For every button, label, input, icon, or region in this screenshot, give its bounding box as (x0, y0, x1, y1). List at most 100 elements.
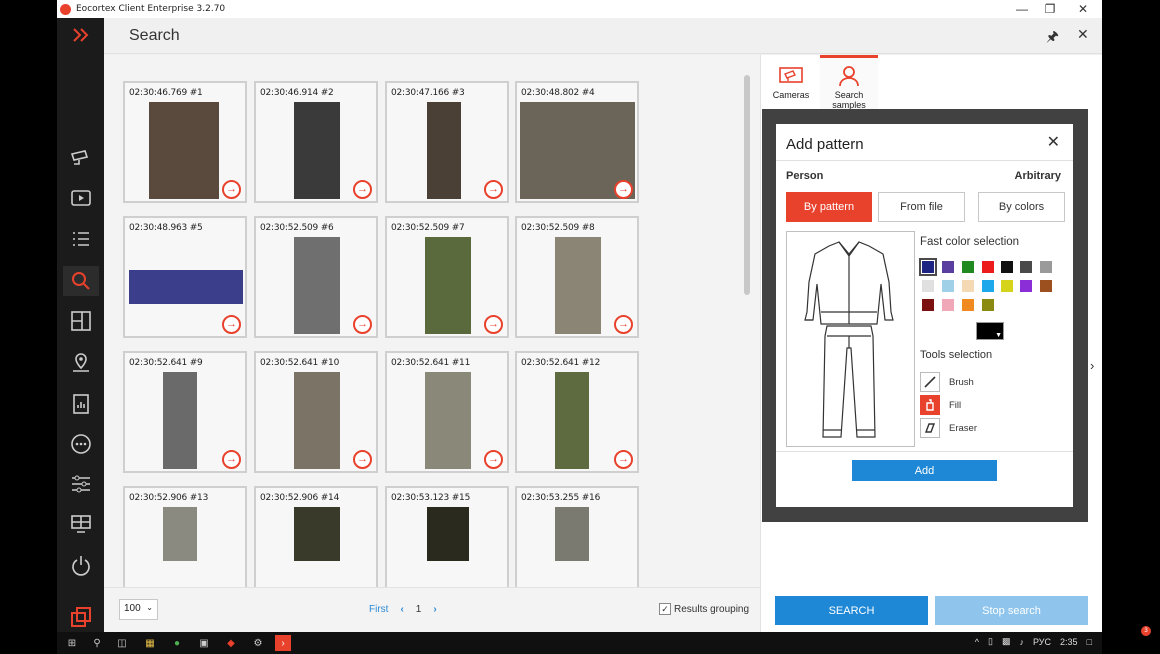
result-thumbnail[interactable] (555, 237, 601, 334)
result-tile[interactable]: 02:30:46.914 #2 → (254, 81, 378, 203)
color-swatch[interactable] (982, 261, 994, 273)
color-swatch[interactable] (942, 299, 954, 311)
sidebar-expand-button[interactable] (63, 20, 99, 50)
tab-search-samples[interactable]: Search samples (820, 55, 878, 110)
result-tile[interactable]: 02:30:48.802 #4 → (515, 81, 639, 203)
color-swatch[interactable] (962, 299, 974, 311)
result-thumbnail[interactable] (294, 372, 340, 469)
color-swatch[interactable] (922, 280, 934, 292)
open-result-icon[interactable]: → (484, 450, 503, 469)
result-tile[interactable]: 02:30:48.963 #5 → (123, 216, 247, 338)
result-thumbnail[interactable] (427, 102, 461, 199)
open-result-icon[interactable]: → (222, 315, 241, 334)
windows-start-icon[interactable]: ⊞ (64, 635, 80, 651)
eocortex-taskbar-icon[interactable]: › (275, 635, 291, 651)
color-swatch[interactable] (1001, 261, 1013, 273)
checkbox-icon[interactable]: ✓ (659, 603, 671, 615)
result-tile[interactable]: 02:30:52.906 #13 (123, 486, 247, 587)
color-swatch[interactable] (962, 261, 974, 273)
result-thumbnail[interactable] (294, 237, 340, 334)
language-indicator[interactable]: РУС (1033, 637, 1051, 647)
sidebar-item-cameras[interactable] (63, 143, 99, 173)
result-thumbnail[interactable] (149, 102, 219, 199)
app-icon[interactable]: ▣ (196, 635, 212, 651)
sidebar-item-map[interactable] (63, 348, 99, 378)
network-icon[interactable]: ▩ (1002, 636, 1011, 647)
add-pattern-button[interactable]: Add (852, 460, 997, 481)
open-result-icon[interactable]: → (614, 450, 633, 469)
result-tile[interactable]: 02:30:46.769 #1 → (123, 81, 247, 203)
color-swatch[interactable] (1040, 280, 1052, 292)
current-color-picker[interactable]: ▼ (976, 322, 1004, 340)
pin-icon[interactable]: 🖈 (1046, 26, 1059, 50)
next-page-button[interactable]: › (433, 604, 436, 615)
open-result-icon[interactable]: → (614, 315, 633, 334)
per-page-select[interactable]: 100 ⌄ (119, 599, 158, 620)
result-thumbnail[interactable] (555, 507, 589, 561)
chevron-right-icon[interactable]: › (1090, 358, 1094, 373)
browser-icon[interactable]: ● (169, 635, 185, 651)
color-swatch[interactable] (1020, 261, 1032, 273)
result-tile[interactable]: 02:30:47.166 #3 → (385, 81, 509, 203)
color-swatch[interactable] (982, 299, 994, 311)
open-result-icon[interactable]: → (353, 450, 372, 469)
result-tile[interactable]: 02:30:53.255 #16 (515, 486, 639, 587)
result-thumbnail[interactable] (163, 372, 197, 469)
sidebar-item-power[interactable] (63, 551, 99, 581)
by-pattern-button[interactable]: By pattern (786, 192, 872, 222)
app-icon[interactable]: ◆ (223, 635, 239, 651)
result-tile[interactable]: 02:30:52.641 #10 → (254, 351, 378, 473)
result-tile[interactable]: 02:30:52.641 #9 → (123, 351, 247, 473)
result-tile[interactable]: 02:30:52.509 #7 → (385, 216, 509, 338)
open-result-icon[interactable]: → (484, 180, 503, 199)
from-file-button[interactable]: From file (878, 192, 965, 222)
minimize-button[interactable]: — (1007, 0, 1037, 18)
sidebar-item-reports[interactable] (63, 389, 99, 419)
stop-search-button[interactable]: Stop search (935, 596, 1088, 625)
open-result-icon[interactable]: → (222, 450, 241, 469)
sidebar-item-search[interactable] (63, 266, 99, 296)
result-thumbnail[interactable] (425, 237, 471, 334)
pattern-canvas[interactable] (786, 231, 915, 447)
first-page-link[interactable]: First (369, 604, 388, 615)
result-thumbnail[interactable] (555, 372, 589, 469)
sidebar-item-archive[interactable] (63, 183, 99, 213)
result-tile[interactable]: 02:30:53.123 #15 (385, 486, 509, 587)
color-swatch[interactable] (1020, 280, 1032, 292)
open-result-icon[interactable]: → (614, 180, 633, 199)
color-swatch[interactable] (942, 261, 954, 273)
result-tile[interactable]: 02:30:52.906 #14 (254, 486, 378, 587)
maximize-button[interactable]: ❐ (1035, 0, 1065, 18)
task-view-icon[interactable]: ◫ (114, 635, 130, 651)
results-grouping-toggle[interactable]: ✓ Results grouping (659, 603, 749, 615)
prev-page-button[interactable]: ‹ (400, 604, 403, 615)
sidebar-item-layouts[interactable] (63, 306, 99, 336)
color-swatch[interactable] (1040, 261, 1052, 273)
volume-icon[interactable]: ♪ (1020, 637, 1025, 647)
result-tile[interactable]: 02:30:52.509 #8 → (515, 216, 639, 338)
result-thumbnail[interactable] (129, 270, 243, 304)
battery-icon[interactable]: ▯ (988, 636, 993, 647)
window-close-button[interactable]: ✕ (1068, 0, 1098, 18)
tool-fill[interactable]: Fill (920, 395, 1040, 415)
color-swatch[interactable] (922, 299, 934, 311)
tool-eraser[interactable]: Eraser (920, 418, 1040, 438)
open-result-icon[interactable]: → (353, 180, 372, 199)
result-thumbnail[interactable] (294, 102, 340, 199)
sidebar-brand[interactable] (63, 602, 99, 632)
notifications-icon[interactable]: □ (1087, 637, 1092, 647)
result-thumbnail[interactable] (294, 507, 340, 561)
tool-brush[interactable]: Brush (920, 372, 1040, 392)
open-result-icon[interactable]: → (222, 180, 241, 199)
result-thumbnail[interactable] (427, 507, 469, 561)
chevron-up-icon[interactable]: ^ (975, 637, 979, 647)
open-result-icon[interactable]: → (353, 315, 372, 334)
color-swatch[interactable] (962, 280, 974, 292)
close-search-button[interactable]: ✕ (1077, 26, 1089, 43)
result-tile[interactable]: 02:30:52.509 #6 → (254, 216, 378, 338)
result-thumbnail[interactable] (425, 372, 471, 469)
tab-cameras[interactable]: Cameras (762, 55, 820, 109)
sidebar-item-monitors[interactable] (63, 509, 99, 539)
color-swatch[interactable] (982, 280, 994, 292)
search-taskbar-icon[interactable]: ⚲ (89, 635, 105, 651)
